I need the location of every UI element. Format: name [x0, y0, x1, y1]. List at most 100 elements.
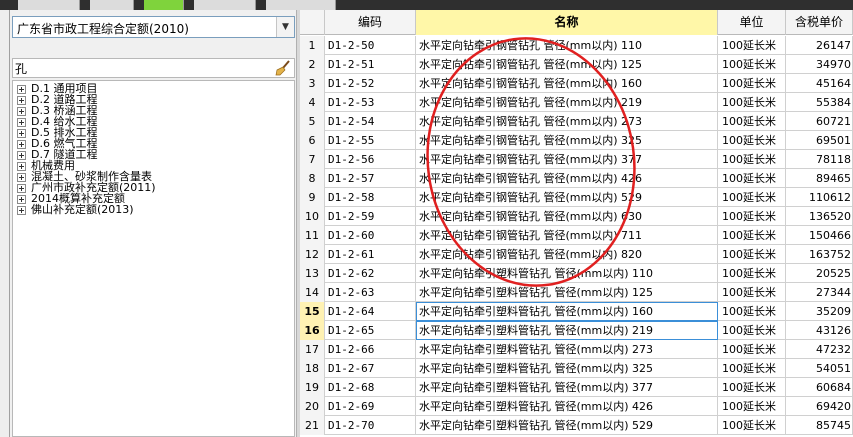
- unit-cell[interactable]: 100延长米: [718, 188, 786, 207]
- header-price[interactable]: 含税单价: [786, 10, 853, 35]
- row-number-cell[interactable]: 3: [300, 74, 325, 93]
- name-cell[interactable]: 水平定向钻牵引钢管钻孔 管径(mm以内) 711: [416, 226, 718, 245]
- name-cell[interactable]: 水平定向钻牵引塑料管钻孔 管径(mm以内) 125: [416, 283, 718, 302]
- header-code[interactable]: 编码: [325, 10, 416, 35]
- price-cell[interactable]: 89465: [786, 169, 853, 188]
- code-cell[interactable]: D1-2-51: [325, 55, 416, 74]
- code-cell[interactable]: D1-2-59: [325, 207, 416, 226]
- name-cell[interactable]: 水平定向钻牵引钢管钻孔 管径(mm以内) 160: [416, 74, 718, 93]
- row-number-cell[interactable]: 15: [300, 302, 325, 321]
- price-cell[interactable]: 27344: [786, 283, 853, 302]
- name-cell[interactable]: 水平定向钻牵引钢管钻孔 管径(mm以内) 125: [416, 55, 718, 74]
- name-cell[interactable]: 水平定向钻牵引钢管钻孔 管径(mm以内) 630: [416, 207, 718, 226]
- row-number-cell[interactable]: 12: [300, 245, 325, 264]
- code-cell[interactable]: D1-2-68: [325, 378, 416, 397]
- table-row[interactable]: 1 D1-2-50 水平定向钻牵引钢管钻孔 管径(mm以内) 110 100延长米 26…: [300, 36, 853, 55]
- expand-plus-icon[interactable]: [17, 173, 26, 182]
- search-input[interactable]: [15, 60, 270, 76]
- tab-2[interactable]: [90, 0, 134, 10]
- table-row[interactable]: 8 D1-2-57 水平定向钻牵引钢管钻孔 管径(mm以内) 426 100延长米 89…: [300, 169, 853, 188]
- unit-cell[interactable]: 100延长米: [718, 283, 786, 302]
- code-cell[interactable]: D1-2-60: [325, 226, 416, 245]
- price-cell[interactable]: 136520: [786, 207, 853, 226]
- price-cell[interactable]: 110612: [786, 188, 853, 207]
- name-cell[interactable]: 水平定向钻牵引钢管钻孔 管径(mm以内) 820: [416, 245, 718, 264]
- table-row[interactable]: 17 D1-2-66 水平定向钻牵引塑料管钻孔 管径(mm以内) 273 100延长米…: [300, 340, 853, 359]
- unit-cell[interactable]: 100延长米: [718, 131, 786, 150]
- unit-cell[interactable]: 100延长米: [718, 36, 786, 55]
- unit-cell[interactable]: 100延长米: [718, 397, 786, 416]
- row-number-cell[interactable]: 7: [300, 150, 325, 169]
- price-cell[interactable]: 78118: [786, 150, 853, 169]
- code-cell[interactable]: D1-2-70: [325, 416, 416, 435]
- price-cell[interactable]: 45164: [786, 74, 853, 93]
- table-row[interactable]: 12 D1-2-61 水平定向钻牵引钢管钻孔 管径(mm以内) 820 100延长米 1…: [300, 245, 853, 264]
- expand-plus-icon[interactable]: [17, 107, 26, 116]
- row-number-cell[interactable]: 2: [300, 55, 325, 74]
- price-cell[interactable]: 35209: [786, 302, 853, 321]
- price-cell[interactable]: 20525: [786, 264, 853, 283]
- header-name[interactable]: 名称: [416, 10, 718, 35]
- row-number-cell[interactable]: 20: [300, 397, 325, 416]
- name-cell[interactable]: 水平定向钻牵引塑料管钻孔 管径(mm以内) 529: [416, 416, 718, 435]
- price-cell[interactable]: 26147: [786, 36, 853, 55]
- code-cell[interactable]: D1-2-65: [325, 321, 416, 340]
- unit-cell[interactable]: 100延长米: [718, 340, 786, 359]
- code-cell[interactable]: D1-2-58: [325, 188, 416, 207]
- unit-cell[interactable]: 100延长米: [718, 74, 786, 93]
- code-cell[interactable]: D1-2-64: [325, 302, 416, 321]
- code-cell[interactable]: D1-2-66: [325, 340, 416, 359]
- row-number-cell[interactable]: 13: [300, 264, 325, 283]
- row-number-cell[interactable]: 5: [300, 112, 325, 131]
- row-number-cell[interactable]: 9: [300, 188, 325, 207]
- expand-plus-icon[interactable]: [17, 162, 26, 171]
- price-cell[interactable]: 163752: [786, 245, 853, 264]
- table-row[interactable]: 4 D1-2-53 水平定向钻牵引钢管钻孔 管径(mm以内) 219 100延长米 55…: [300, 93, 853, 112]
- expand-plus-icon[interactable]: [17, 151, 26, 160]
- price-cell[interactable]: 47232: [786, 340, 853, 359]
- header-row-number[interactable]: [300, 10, 325, 35]
- row-number-cell[interactable]: 8: [300, 169, 325, 188]
- unit-cell[interactable]: 100延长米: [718, 321, 786, 340]
- name-cell[interactable]: 水平定向钻牵引塑料管钻孔 管径(mm以内) 426: [416, 397, 718, 416]
- code-cell[interactable]: D1-2-55: [325, 131, 416, 150]
- tab-5[interactable]: [266, 0, 336, 10]
- price-cell[interactable]: 54051: [786, 359, 853, 378]
- table-row[interactable]: 21 D1-2-70 水平定向钻牵引塑料管钻孔 管径(mm以内) 529 100延长米…: [300, 416, 853, 435]
- unit-cell[interactable]: 100延长米: [718, 112, 786, 131]
- table-row[interactable]: 7 D1-2-56 水平定向钻牵引钢管钻孔 管径(mm以内) 377 100延长米 78…: [300, 150, 853, 169]
- row-number-cell[interactable]: 21: [300, 416, 325, 435]
- table-row[interactable]: 18 D1-2-67 水平定向钻牵引塑料管钻孔 管径(mm以内) 325 100延长米…: [300, 359, 853, 378]
- table-row[interactable]: 16 D1-2-65 水平定向钻牵引塑料管钻孔 管径(mm以内) 219 100延长米…: [300, 321, 853, 340]
- unit-cell[interactable]: 100延长米: [718, 416, 786, 435]
- row-number-cell[interactable]: 17: [300, 340, 325, 359]
- table-row[interactable]: 11 D1-2-60 水平定向钻牵引钢管钻孔 管径(mm以内) 711 100延长米 1…: [300, 226, 853, 245]
- row-number-cell[interactable]: 14: [300, 283, 325, 302]
- name-cell[interactable]: 水平定向钻牵引钢管钻孔 管径(mm以内) 426: [416, 169, 718, 188]
- header-unit[interactable]: 单位: [718, 10, 786, 35]
- code-cell[interactable]: D1-2-53: [325, 93, 416, 112]
- expand-plus-icon[interactable]: [17, 118, 26, 127]
- tab-1[interactable]: [18, 0, 80, 10]
- expand-plus-icon[interactable]: [17, 184, 26, 193]
- row-number-cell[interactable]: 18: [300, 359, 325, 378]
- row-number-cell[interactable]: 6: [300, 131, 325, 150]
- name-cell[interactable]: 水平定向钻牵引塑料管钻孔 管径(mm以内) 110: [416, 264, 718, 283]
- name-cell[interactable]: 水平定向钻牵引钢管钻孔 管径(mm以内) 273: [416, 112, 718, 131]
- code-cell[interactable]: D1-2-50: [325, 36, 416, 55]
- price-cell[interactable]: 69501: [786, 131, 853, 150]
- name-cell[interactable]: 水平定向钻牵引塑料管钻孔 管径(mm以内) 325: [416, 359, 718, 378]
- row-number-cell[interactable]: 11: [300, 226, 325, 245]
- expand-plus-icon[interactable]: [17, 129, 26, 138]
- expand-plus-icon[interactable]: [17, 96, 26, 105]
- table-row[interactable]: 14 D1-2-63 水平定向钻牵引塑料管钻孔 管径(mm以内) 125 100延长米…: [300, 283, 853, 302]
- code-cell[interactable]: D1-2-57: [325, 169, 416, 188]
- row-number-cell[interactable]: 19: [300, 378, 325, 397]
- code-cell[interactable]: D1-2-52: [325, 74, 416, 93]
- tab-4[interactable]: [194, 0, 256, 10]
- price-cell[interactable]: 55384: [786, 93, 853, 112]
- table-row[interactable]: 2 D1-2-51 水平定向钻牵引钢管钻孔 管径(mm以内) 125 100延长米 34…: [300, 55, 853, 74]
- name-cell[interactable]: 水平定向钻牵引塑料管钻孔 管径(mm以内) 377: [416, 378, 718, 397]
- expand-plus-icon[interactable]: [17, 140, 26, 149]
- unit-cell[interactable]: 100延长米: [718, 302, 786, 321]
